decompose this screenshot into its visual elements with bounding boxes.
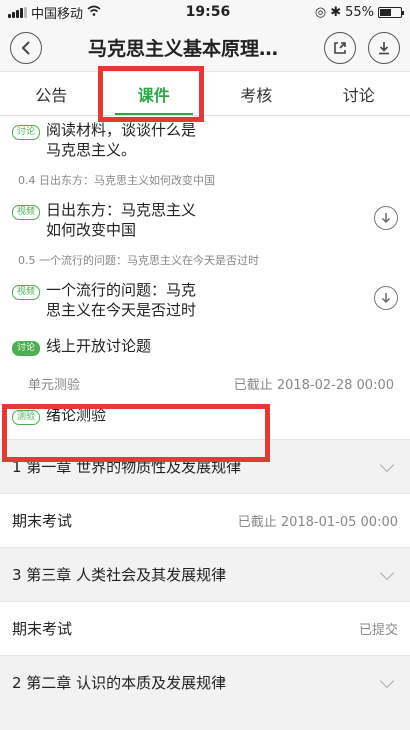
- bluetooth-icon: ✱: [330, 4, 342, 20]
- exam-title: 期末考试: [12, 512, 73, 530]
- video-badge: 视频: [12, 205, 41, 220]
- status-bar: 中国移动 19:56 ◎ ✱ 55%: [0, 0, 410, 24]
- location-icon: ◎: [314, 4, 327, 20]
- item-title: 日出东方：马克思主义如何改变中国: [46, 201, 197, 239]
- exam-row[interactable]: 期末考试 已截止 2018-01-05 00:00: [0, 493, 410, 547]
- discussion-badge: 讨论: [12, 125, 41, 140]
- courseware-list: 讨论 阅读材料，谈谈什么是马克思主义。 0.4 日出东方：马克思主义如何改变中国…: [0, 116, 410, 439]
- tab-bar: 公告 课件 考核 讨论: [0, 72, 410, 116]
- battery-percent: 55%: [345, 4, 374, 20]
- battery-fill: [380, 8, 391, 16]
- exam-status: 已提交: [358, 623, 398, 638]
- wifi-icon: [87, 5, 101, 20]
- clock: 19:56: [185, 4, 231, 20]
- tab-assessment[interactable]: 考核: [205, 72, 308, 115]
- download-icon: [379, 41, 389, 54]
- discussion-badge: 讨论: [12, 341, 41, 356]
- nav-bar: 马克思主义基本原理…: [0, 24, 410, 72]
- unit-test-status: 已截止 2018-02-28 00:00: [233, 378, 394, 393]
- download-icon[interactable]: [374, 206, 399, 230]
- chevron-down-icon: [379, 673, 395, 688]
- page-title: 马克思主义基本原理…: [87, 38, 278, 60]
- highlight-box-quiz: [2, 404, 270, 462]
- signal-icon: [8, 6, 27, 18]
- share-button[interactable]: [324, 31, 356, 64]
- unit-test-header: 单元测验 已截止 2018-02-28 00:00: [0, 366, 410, 397]
- video-badge: 视频: [12, 285, 41, 300]
- exam-row[interactable]: 期末考试 已提交: [0, 601, 410, 655]
- exam-status: 已截止 2018-01-05 00:00: [237, 515, 398, 530]
- item-title: 阅读材料，谈谈什么是马克思主义。: [46, 121, 197, 159]
- highlight-box-tab: [98, 66, 204, 122]
- chapter-row[interactable]: 3 第三章 人类社会及其发展规律: [0, 547, 410, 601]
- chapter-list: 1 第一章 世界的物质性及发展规律 期末考试 已截止 2018-01-05 00…: [0, 439, 410, 709]
- exam-title: 期末考试: [12, 620, 73, 638]
- download-button[interactable]: [368, 31, 400, 64]
- back-chevron-icon: [21, 40, 30, 55]
- chapter-title: 2 第二章 认识的本质及发展规律: [12, 674, 227, 692]
- section-header: 0.4 日出东方：马克思主义如何改变中国: [18, 174, 215, 187]
- list-item-discussion-1[interactable]: 讨论 阅读材料，谈谈什么是马克思主义。: [0, 116, 410, 166]
- share-icon: [334, 41, 346, 54]
- list-item-video-1[interactable]: 视频 日出东方：马克思主义如何改变中国: [0, 194, 410, 246]
- item-title: 一个流行的问题：马克思主义在今天是否过时: [46, 281, 197, 319]
- item-title: 线上开放讨论题: [46, 337, 152, 355]
- back-button[interactable]: [10, 31, 42, 64]
- tab-discussion[interactable]: 讨论: [308, 72, 410, 115]
- carrier-label: 中国移动: [31, 6, 84, 22]
- chapter-title: 3 第三章 人类社会及其发展规律: [12, 566, 227, 584]
- tab-announcements[interactable]: 公告: [0, 72, 103, 115]
- battery-icon: [378, 6, 404, 18]
- download-icon[interactable]: [374, 286, 399, 310]
- unit-test-label: 单元测验: [28, 378, 81, 393]
- chevron-down-icon: [379, 565, 395, 580]
- list-item-video-2[interactable]: 视频 一个流行的问题：马克思主义在今天是否过时: [0, 274, 410, 326]
- chapter-row[interactable]: 2 第二章 认识的本质及发展规律: [0, 655, 410, 709]
- list-item-discussion-2[interactable]: 讨论 线上开放讨论题: [0, 326, 410, 366]
- section-header: 0.5 一个流行的问题：马克思主义在今天是否过时: [18, 254, 259, 267]
- chevron-down-icon: [379, 457, 395, 472]
